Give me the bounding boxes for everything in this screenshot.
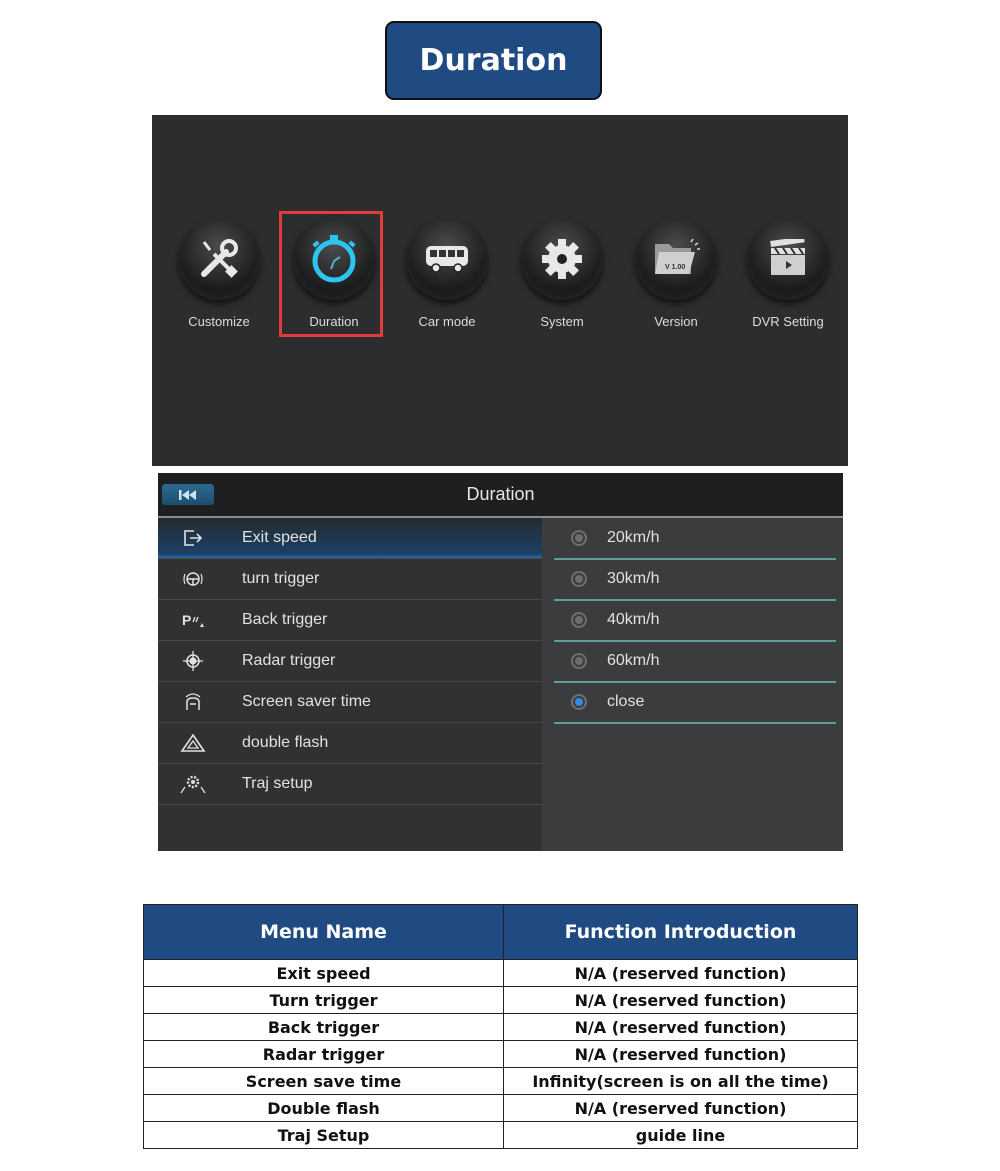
- app-label: Car mode: [418, 314, 476, 329]
- steering-wheel-icon: [183, 572, 203, 586]
- settings-menu: Exit speed turn trigger P Back trigger R…: [158, 518, 542, 805]
- radio-button-selected[interactable]: [571, 694, 587, 710]
- duration-settings-panel: Duration Exit speed turn trigger P Back …: [158, 473, 843, 851]
- app-label: Customize: [188, 314, 250, 329]
- options-panel: 20km/h 30km/h 40km/h 60km/h close: [542, 518, 843, 851]
- option-60kmh[interactable]: 60km/h: [554, 641, 836, 683]
- option-close[interactable]: close: [554, 682, 836, 724]
- app-version[interactable]: V 1.00 Version: [621, 218, 731, 329]
- menu-item-radar-trigger[interactable]: Radar trigger: [158, 641, 542, 682]
- table-row: Exit speed N/A (reserved function): [143, 959, 858, 987]
- option-20kmh[interactable]: 20km/h: [554, 518, 836, 560]
- parking-sensor-icon: P: [182, 612, 204, 628]
- menu-item-turn-trigger[interactable]: turn trigger: [158, 559, 542, 600]
- radio-button[interactable]: [571, 653, 587, 669]
- highlight-box: [279, 211, 383, 337]
- option-40kmh[interactable]: 40km/h: [554, 600, 836, 642]
- app-car-mode[interactable]: Car mode: [392, 218, 502, 329]
- menu-item-traj-setup[interactable]: Traj setup: [158, 764, 542, 805]
- column-header: Menu Name: [143, 904, 504, 960]
- column-header: Function Introduction: [503, 904, 858, 960]
- app-label: DVR Setting: [752, 314, 824, 329]
- menu-item-screen-saver-time[interactable]: Screen saver time: [158, 682, 542, 723]
- table-header-row: Menu Name Function Introduction: [143, 904, 858, 960]
- hazard-triangle-icon: [180, 733, 206, 752]
- settings-header: Duration: [158, 473, 843, 518]
- table-row: Radar trigger N/A (reserved function): [143, 1040, 858, 1068]
- app-dvr-setting[interactable]: DVR Setting: [733, 218, 843, 329]
- page-title: Duration: [419, 43, 568, 78]
- screen-saver-icon: [185, 693, 201, 710]
- table-row: Turn trigger N/A (reserved function): [143, 986, 858, 1014]
- function-table: Menu Name Function Introduction Exit spe…: [143, 904, 858, 1149]
- table-row: Double flash N/A (reserved function): [143, 1094, 858, 1122]
- menu-item-exit-speed[interactable]: Exit speed: [158, 518, 542, 559]
- radio-button[interactable]: [571, 571, 587, 587]
- radio-button[interactable]: [571, 612, 587, 628]
- page-heading: Duration: [385, 21, 602, 100]
- app-label: Version: [654, 314, 698, 329]
- app-label: System: [540, 314, 584, 329]
- bus-icon: [426, 246, 468, 273]
- table-row: Traj Setup guide line: [143, 1121, 858, 1149]
- gear-icon: [542, 239, 582, 279]
- app-system[interactable]: System: [507, 218, 617, 329]
- settings-title: Duration: [466, 484, 535, 504]
- exit-icon: [184, 530, 203, 546]
- option-30kmh[interactable]: 30km/h: [554, 559, 836, 601]
- tools-icon: [201, 239, 238, 278]
- table-row: Back trigger N/A (reserved function): [143, 1013, 858, 1041]
- home-screen: Customize Duration Car mode System V 1.0…: [152, 115, 848, 466]
- folder-version-icon: V 1.00: [655, 238, 700, 274]
- crosshair-icon: [183, 651, 203, 671]
- svg-text:V 1.00: V 1.00: [665, 264, 685, 271]
- table-row: Screen save time Infinity(screen is on al…: [143, 1067, 858, 1095]
- trajectory-gear-icon: [180, 775, 206, 794]
- menu-item-back-trigger[interactable]: P Back trigger: [158, 600, 542, 641]
- menu-item-double-flash[interactable]: double flash: [158, 723, 542, 764]
- app-customize[interactable]: Customize: [164, 218, 274, 329]
- radio-button[interactable]: [571, 530, 587, 546]
- svg-text:P: P: [182, 612, 191, 628]
- clapperboard-icon: [770, 239, 805, 275]
